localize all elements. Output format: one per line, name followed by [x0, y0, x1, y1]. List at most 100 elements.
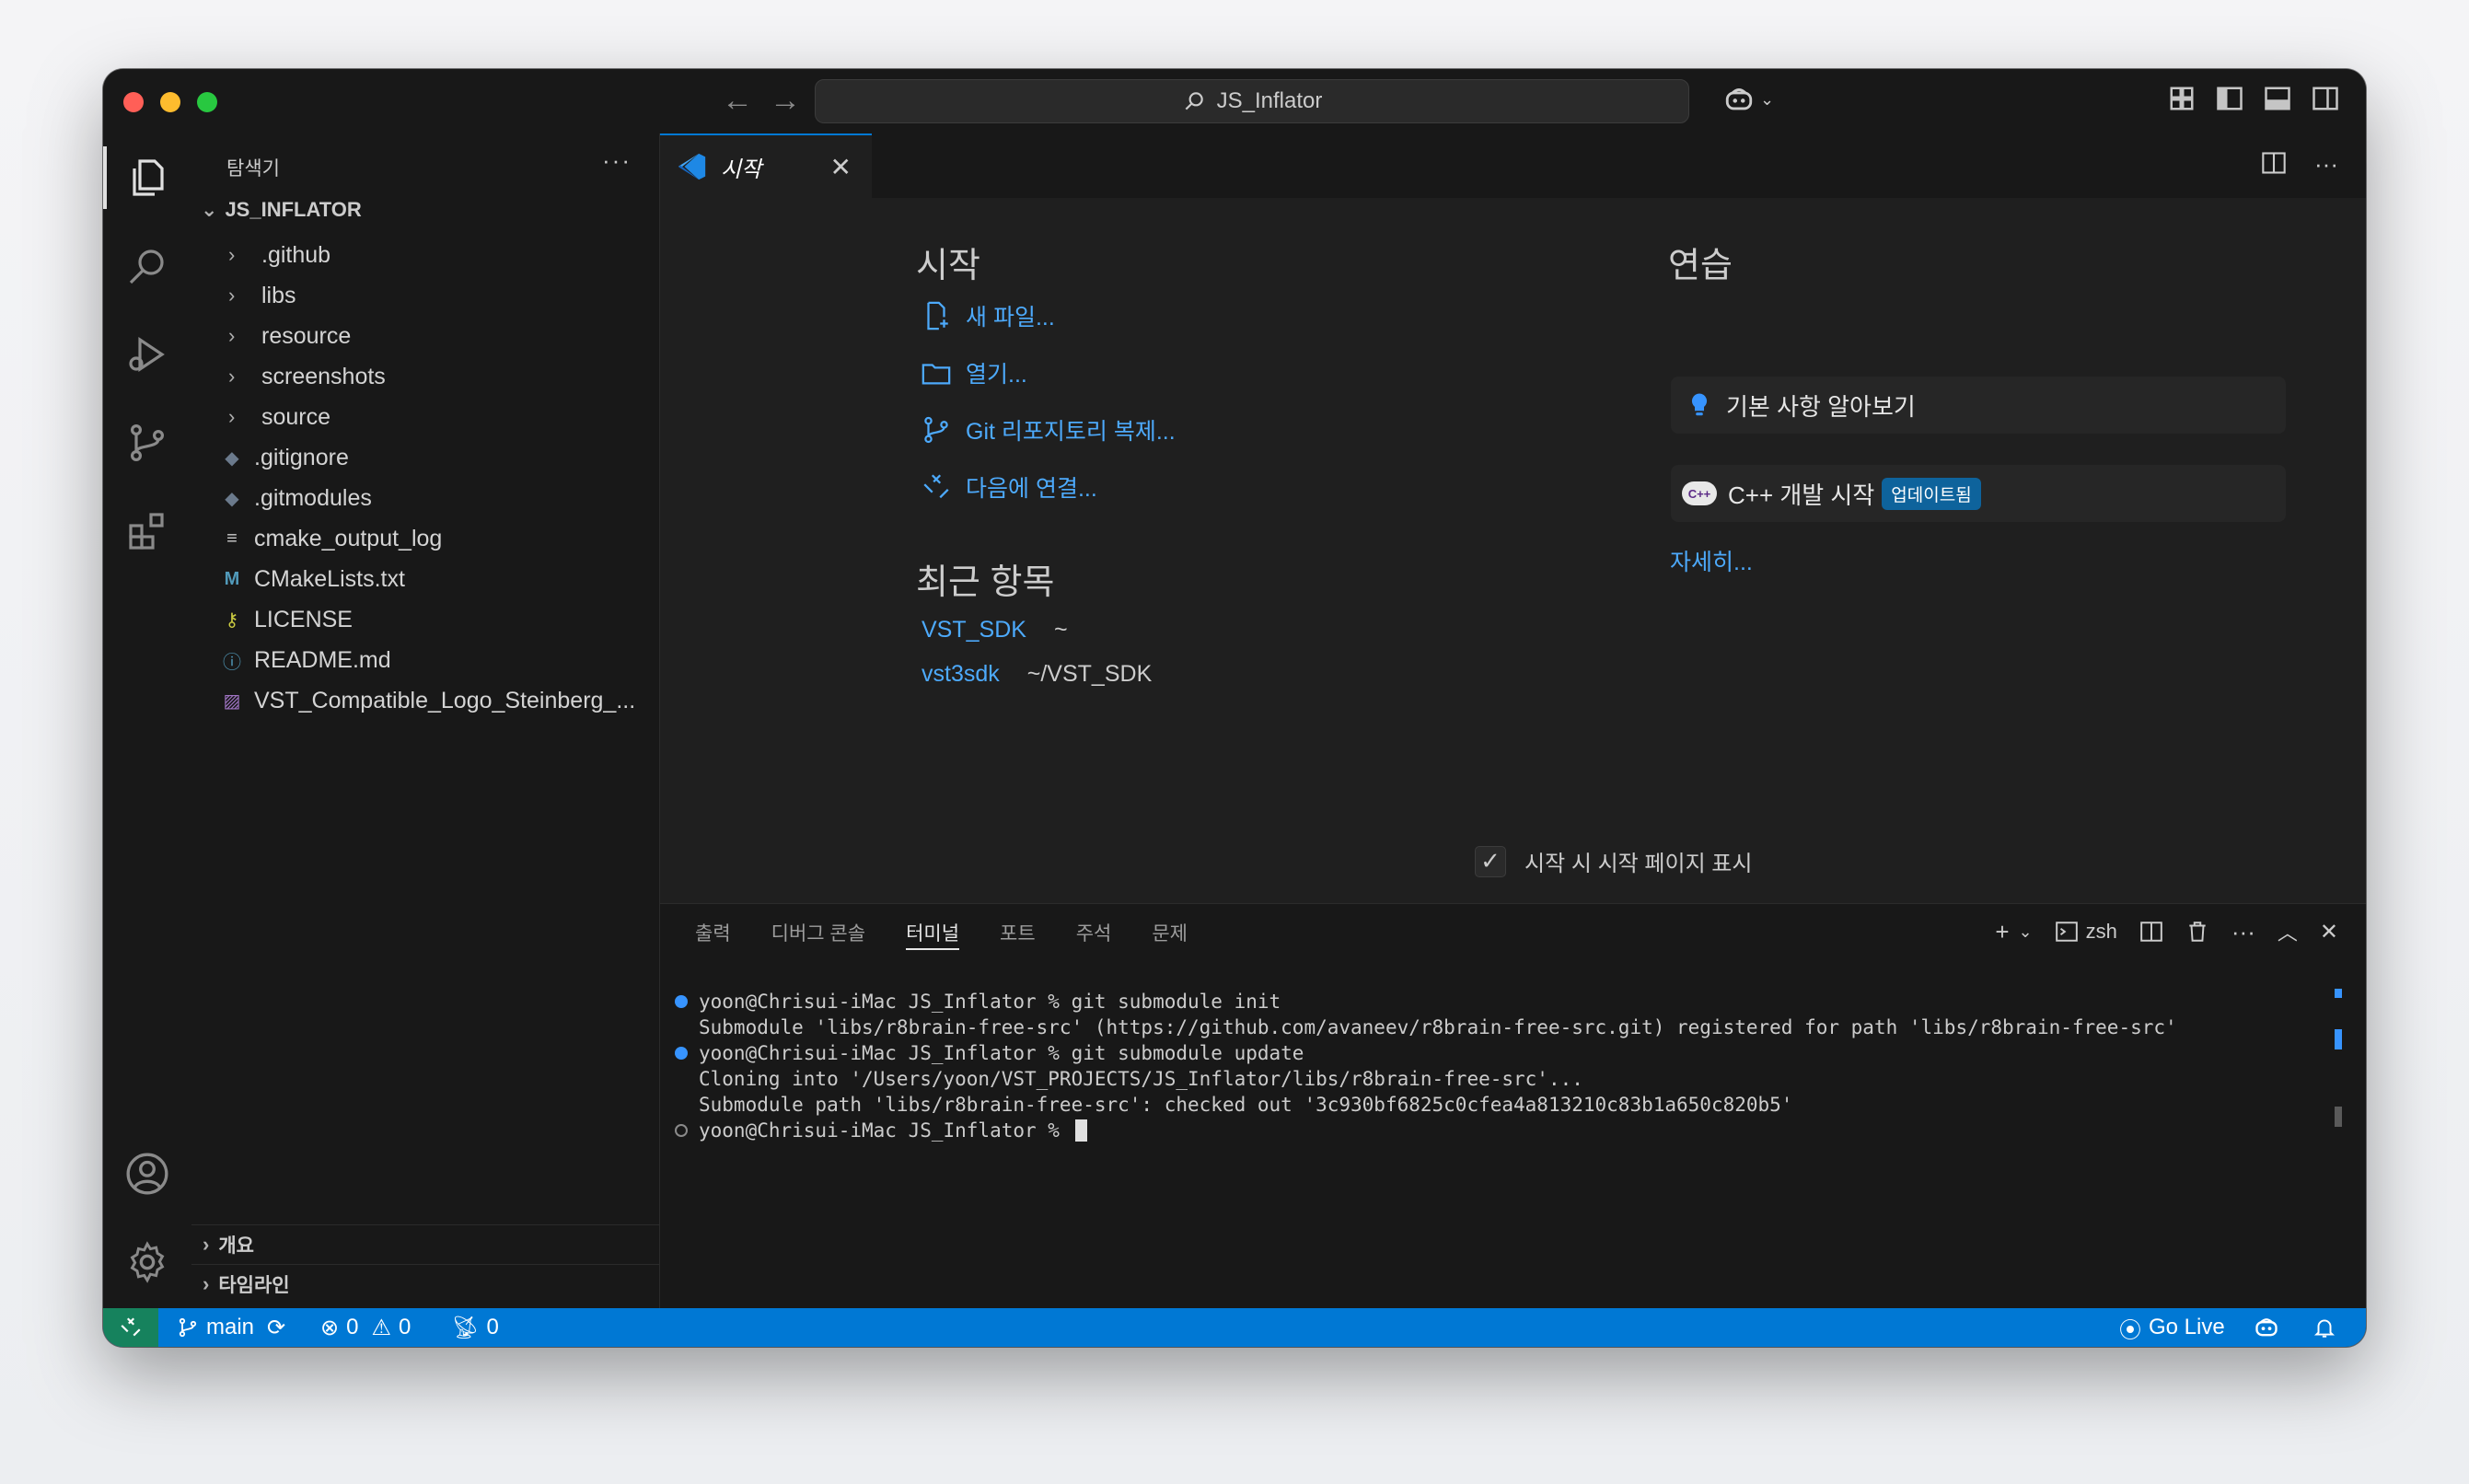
notifications-button[interactable] — [2313, 1308, 2336, 1347]
terminal-scrollbar[interactable] — [2335, 1107, 2342, 1127]
tree-item-label: VST_Compatible_Logo_Steinberg_... — [254, 687, 636, 713]
run-debug-button[interactable] — [103, 310, 191, 399]
chevron-right-icon: › — [228, 324, 236, 347]
split-editor-icon[interactable] — [2261, 150, 2287, 176]
vscode-window: ← → JS_Inflator ⌄ 탐색기 ··· ⌄ JS_INFLATOR … — [103, 69, 2366, 1347]
explorer-sidebar: 탐색기 ··· ⌄ JS_INFLATOR › .github › libs › re… — [191, 133, 660, 1308]
close-icon[interactable]: ✕ — [830, 152, 852, 182]
gear-icon — [130, 1241, 165, 1283]
tree-item-cmakelists[interactable]: M CMakeLists.txt — [191, 559, 659, 599]
tree-item-readme[interactable]: ⓘ README.md — [191, 640, 659, 680]
tree-item-vst-logo[interactable]: ▨ VST_Compatible_Logo_Steinberg_... — [191, 680, 659, 721]
toggle-panel-icon[interactable] — [2264, 85, 2291, 112]
more-walkthroughs-label: 자세히... — [1670, 550, 1753, 575]
info-file-icon: ⓘ — [223, 652, 241, 673]
more-actions-icon[interactable]: ··· — [602, 146, 632, 175]
forward-arrow-icon[interactable]: → — [770, 82, 801, 119]
connect-to-link[interactable]: 다음에 연결... — [920, 470, 1097, 504]
go-live-button[interactable]: ⦿ Go Live — [2119, 1308, 2225, 1347]
tree-item-github[interactable]: › .github — [191, 235, 659, 275]
remote-indicator[interactable] — [103, 1308, 158, 1347]
tab-comments[interactable]: 주석 — [1076, 904, 1112, 961]
search-button[interactable] — [103, 222, 191, 310]
tree-item-libs[interactable]: › libs — [191, 275, 659, 316]
tree-item-cmake-output-log[interactable]: ≡ cmake_output_log — [191, 518, 659, 559]
outline-section[interactable]: › 개요 — [191, 1224, 659, 1264]
close-window-button[interactable] — [123, 92, 144, 112]
terminal-prompt: yoon@Chrisui-iMac JS_Inflator % — [699, 1119, 1072, 1142]
broadcast-icon: ⦿ — [2119, 1317, 2141, 1343]
tree-item-source[interactable]: › source — [191, 397, 659, 437]
terminal-instance[interactable]: zsh — [2055, 920, 2117, 944]
clone-repo-link[interactable]: Git 리포지토리 복제... — [920, 413, 1176, 446]
open-label: 열기... — [966, 362, 1027, 388]
tab-debug-console[interactable]: 디버그 콘솔 — [771, 904, 865, 961]
git-file-icon: ◆ — [225, 488, 239, 509]
accounts-button[interactable] — [103, 1130, 191, 1218]
split-terminal-icon[interactable] — [2139, 920, 2163, 944]
extensions-button[interactable] — [103, 487, 191, 575]
recent-item[interactable]: VST_SDK ~ — [922, 617, 1068, 643]
tab-welcome[interactable]: 시작 ✕ — [660, 133, 872, 198]
tab-problems[interactable]: 문제 — [1152, 904, 1188, 961]
copilot-menu[interactable]: ⌄ — [1723, 84, 1774, 115]
minimize-window-button[interactable] — [160, 92, 180, 112]
new-file-link[interactable]: 새 파일... — [920, 299, 1055, 332]
source-control-button[interactable] — [103, 399, 191, 487]
remote-icon — [923, 474, 949, 499]
recent-item-name[interactable]: VST_SDK — [922, 617, 1026, 643]
sync-icon[interactable]: ⟳ — [267, 1315, 285, 1341]
show-on-startup[interactable]: ✓ 시작 시 시작 페이지 표시 — [1475, 845, 1752, 877]
problems-indicator[interactable]: ⊗ 0 ⚠ 0 — [320, 1308, 411, 1347]
manage-button[interactable] — [103, 1218, 191, 1306]
terminal-line: yoon@Chrisui-iMac JS_Inflator % git subm… — [660, 989, 2345, 1014]
more-walkthroughs-link[interactable]: 자세히... — [1670, 544, 1753, 577]
warning-icon: ⚠ — [371, 1315, 391, 1340]
activity-bar — [103, 133, 192, 1308]
workspace-root[interactable]: ⌄ JS_INFLATOR — [201, 198, 362, 222]
tree-item-label: .gitmodules — [254, 484, 372, 511]
command-center-search[interactable]: JS_Inflator — [815, 79, 1689, 123]
trash-icon[interactable] — [2185, 920, 2209, 944]
source-control-icon — [924, 416, 948, 444]
open-link[interactable]: 열기... — [920, 356, 1027, 389]
maximize-panel-icon[interactable]: ︿ — [2278, 917, 2298, 946]
ports-indicator[interactable]: 📡︎ 0 — [451, 1308, 499, 1347]
walkthrough-cpp[interactable]: C++ C++ 개발 시작 업데이트됨 — [1671, 465, 2286, 522]
chevron-right-icon: › — [228, 365, 236, 388]
tree-item-label: README.md — [254, 646, 391, 673]
chevron-down-icon[interactable]: ⌄ — [2019, 922, 2033, 942]
license-file-icon: ⚷ — [225, 609, 239, 631]
terminal-output[interactable]: yoon@Chrisui-iMac JS_Inflator % git subm… — [660, 989, 2345, 1143]
scrollbar-marker — [2335, 989, 2342, 998]
tree-item-license[interactable]: ⚷ LICENSE — [191, 599, 659, 640]
tab-terminal[interactable]: 터미널 — [906, 904, 959, 961]
updated-badge: 업데이트됨 — [1882, 477, 1981, 510]
recent-item-name[interactable]: vst3sdk — [922, 661, 1000, 688]
explorer-button[interactable] — [103, 133, 191, 222]
tree-item-resource[interactable]: › resource — [191, 316, 659, 356]
copilot-status[interactable] — [2254, 1308, 2279, 1347]
start-heading: 시작 — [916, 247, 980, 285]
toggle-secondary-sidebar-icon[interactable] — [2312, 85, 2339, 112]
timeline-section[interactable]: › 타임라인 — [191, 1264, 659, 1304]
tree-item-gitmodules[interactable]: ◆ .gitmodules — [191, 478, 659, 518]
close-panel-icon[interactable]: ✕ — [2320, 919, 2338, 945]
tab-output[interactable]: 출력 — [695, 904, 731, 961]
new-terminal-icon[interactable]: + — [1995, 918, 2009, 946]
more-actions-icon[interactable]: ··· — [2314, 150, 2338, 179]
toggle-primary-sidebar-icon[interactable] — [2216, 85, 2243, 112]
tree-item-gitignore[interactable]: ◆ .gitignore — [191, 437, 659, 478]
tab-ports[interactable]: 포트 — [1000, 904, 1036, 961]
walkthrough-fundamentals[interactable]: 기본 사항 알아보기 — [1671, 377, 2286, 434]
more-actions-icon[interactable]: ··· — [2231, 918, 2255, 946]
checkbox-checked-icon[interactable]: ✓ — [1475, 845, 1506, 877]
zoom-window-button[interactable] — [197, 92, 217, 112]
customize-layout-icon[interactable] — [2168, 85, 2196, 112]
back-arrow-icon[interactable]: ← — [722, 82, 753, 119]
tree-item-screenshots[interactable]: › screenshots — [191, 356, 659, 397]
terminal-cursor — [1074, 1119, 1087, 1142]
branch-indicator[interactable]: main ⟳ — [177, 1308, 285, 1347]
recent-item[interactable]: vst3sdk ~/VST_SDK — [922, 661, 1152, 688]
copilot-icon — [1725, 87, 1753, 110]
